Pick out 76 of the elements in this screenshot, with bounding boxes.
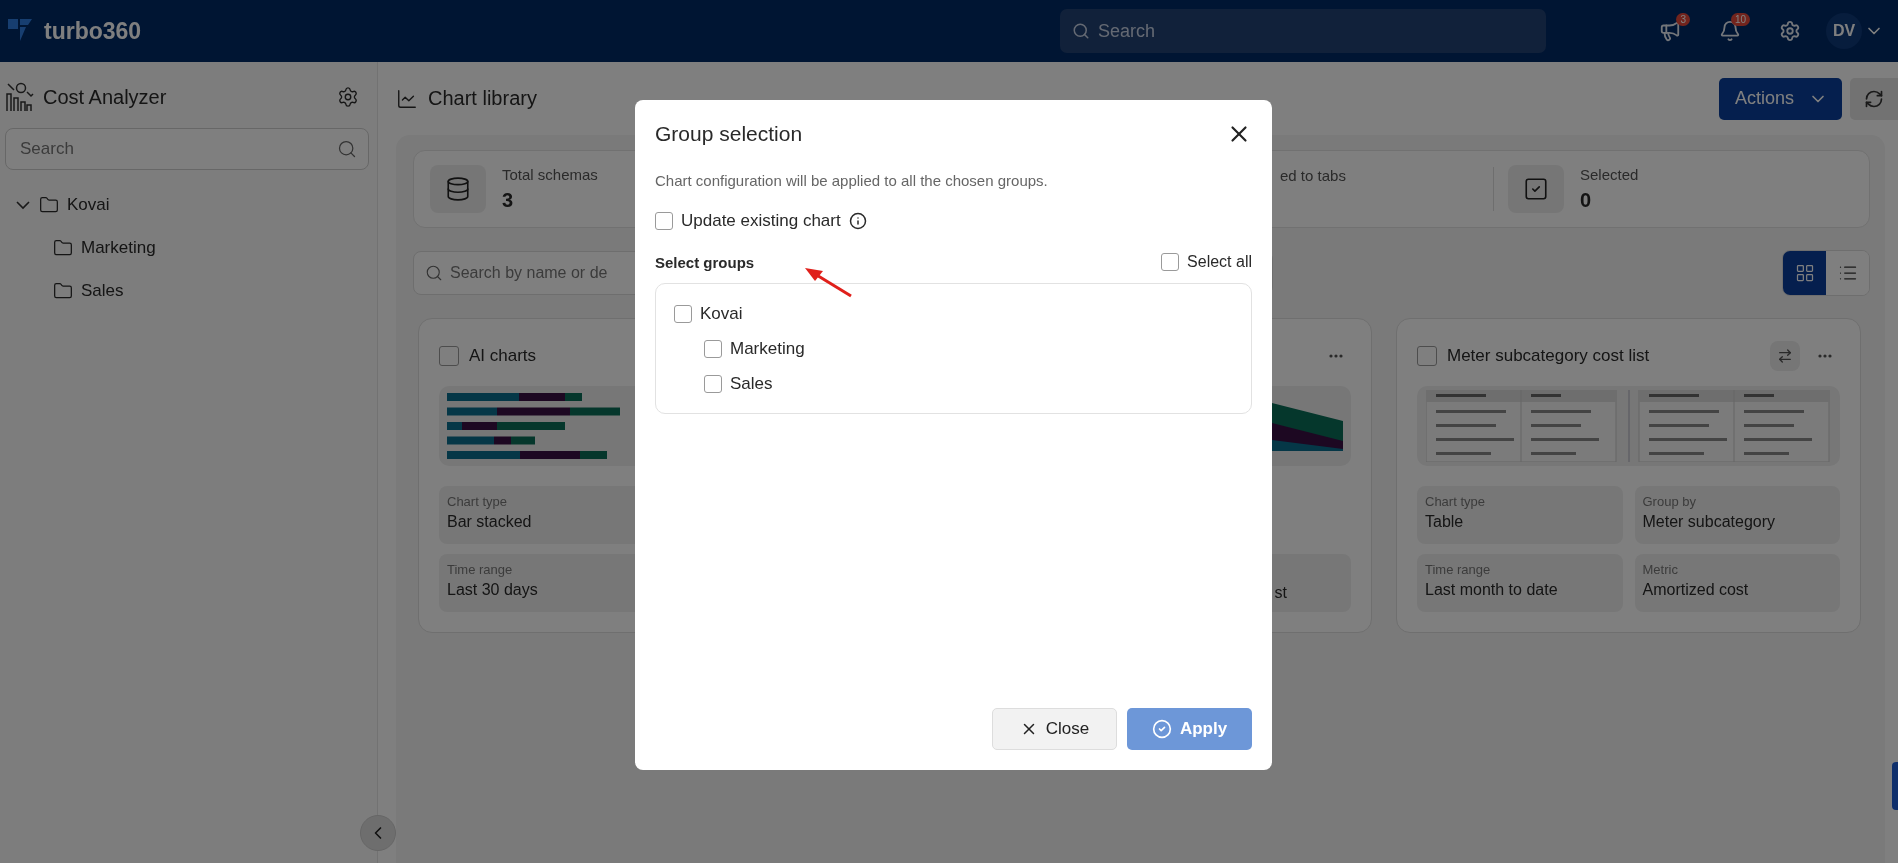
swap-icon bbox=[1777, 348, 1793, 365]
checkbox-label: Select all bbox=[1187, 253, 1252, 271]
logo-icon bbox=[8, 19, 32, 43]
avatar[interactable]: DV bbox=[1826, 13, 1862, 49]
page-title: Chart library bbox=[396, 87, 537, 110]
checkbox[interactable] bbox=[704, 339, 722, 358]
group-label: Sales bbox=[730, 373, 773, 394]
stat-label: Selected bbox=[1580, 166, 1639, 183]
refresh-icon bbox=[1864, 88, 1884, 109]
detail-value: Last month to date bbox=[1425, 581, 1559, 599]
checkbox[interactable] bbox=[655, 212, 673, 230]
dialog-title: Group selection bbox=[655, 122, 803, 146]
count-badge: 10 bbox=[1730, 13, 1750, 26]
tree-item[interactable]: Marketing bbox=[81, 237, 156, 258]
group-label: Kovai bbox=[700, 303, 743, 324]
card-title: AI charts bbox=[469, 346, 537, 367]
checkbox[interactable] bbox=[1161, 253, 1180, 271]
detail-value: Amortized cost bbox=[1642, 581, 1750, 599]
detail-label: Time range bbox=[447, 562, 514, 577]
search-field[interactable]: Search bbox=[5, 128, 369, 170]
bell-button[interactable]: 10 bbox=[1706, 9, 1754, 53]
close-button[interactable]: Close bbox=[992, 708, 1117, 750]
tree-item[interactable]: Kovai bbox=[67, 194, 110, 215]
detail-label: Group by bbox=[1642, 494, 1697, 509]
detail-label: Metric bbox=[1642, 562, 1679, 577]
side-tab[interactable] bbox=[1892, 762, 1898, 810]
checkbox[interactable] bbox=[1417, 346, 1437, 367]
detail-label: Chart type bbox=[447, 494, 508, 509]
chart-icon bbox=[396, 87, 418, 110]
tree-item[interactable]: Sales bbox=[81, 280, 124, 301]
dialog-description: Chart configuration will be applied to all the chosen groups. bbox=[655, 172, 1049, 189]
megaphone-icon bbox=[1659, 20, 1681, 42]
group-label: Marketing bbox=[730, 338, 805, 359]
folder-icon bbox=[53, 237, 73, 258]
apply-button[interactable]: Apply bbox=[1127, 708, 1252, 750]
folder-icon bbox=[39, 194, 59, 215]
stat-value: 0 bbox=[1580, 189, 1593, 212]
checkbox[interactable] bbox=[439, 346, 459, 367]
detail-value: Meter subcategory bbox=[1642, 513, 1776, 531]
actions-button[interactable]: Actions bbox=[1718, 77, 1842, 120]
info-icon bbox=[848, 212, 867, 230]
folder-icon bbox=[53, 280, 73, 301]
detail-label: Chart type bbox=[1425, 494, 1486, 509]
detail-value: st bbox=[1274, 584, 1287, 602]
more-icon bbox=[1329, 354, 1343, 359]
stat-value: 3 bbox=[502, 189, 515, 212]
refresh-button[interactable] bbox=[1850, 77, 1898, 120]
detail-label: Time range bbox=[1425, 562, 1492, 577]
section-label: Select groups bbox=[655, 253, 755, 271]
more-icon bbox=[1818, 354, 1832, 359]
search-field[interactable]: Search bbox=[1060, 9, 1546, 53]
checkbox-icon bbox=[1508, 165, 1564, 213]
checkbox-label: Update existing chart bbox=[681, 211, 841, 231]
count-badge: 3 bbox=[1676, 13, 1690, 26]
megaphone-button[interactable]: 3 bbox=[1646, 9, 1694, 53]
grid-view-button[interactable] bbox=[1783, 251, 1826, 295]
annotation-arrow bbox=[805, 268, 852, 298]
checkbox[interactable] bbox=[674, 304, 692, 323]
check-circle-icon bbox=[1151, 719, 1172, 739]
checkbox[interactable] bbox=[704, 374, 722, 393]
stat-label: ed to tabs bbox=[1280, 166, 1346, 184]
collapse-button[interactable] bbox=[360, 815, 396, 851]
stat-label: Total schemas bbox=[502, 166, 598, 183]
detail-value: Table bbox=[1425, 513, 1465, 531]
grid-icon bbox=[1794, 263, 1815, 283]
search-icon bbox=[337, 139, 357, 159]
logo-text: turbo360 bbox=[44, 17, 142, 45]
cost-chart-icon bbox=[5, 82, 35, 112]
sidebar-title: Cost Analyzer bbox=[5, 82, 167, 112]
settings-icon bbox=[337, 86, 359, 108]
settings-icon bbox=[1779, 20, 1801, 42]
detail-value: Last 30 days bbox=[447, 581, 539, 599]
card-title: Meter subcategory cost list bbox=[1447, 346, 1650, 367]
detail-value: Bar stacked bbox=[447, 513, 533, 531]
database-icon bbox=[430, 165, 486, 213]
swap-button[interactable] bbox=[1770, 341, 1800, 372]
